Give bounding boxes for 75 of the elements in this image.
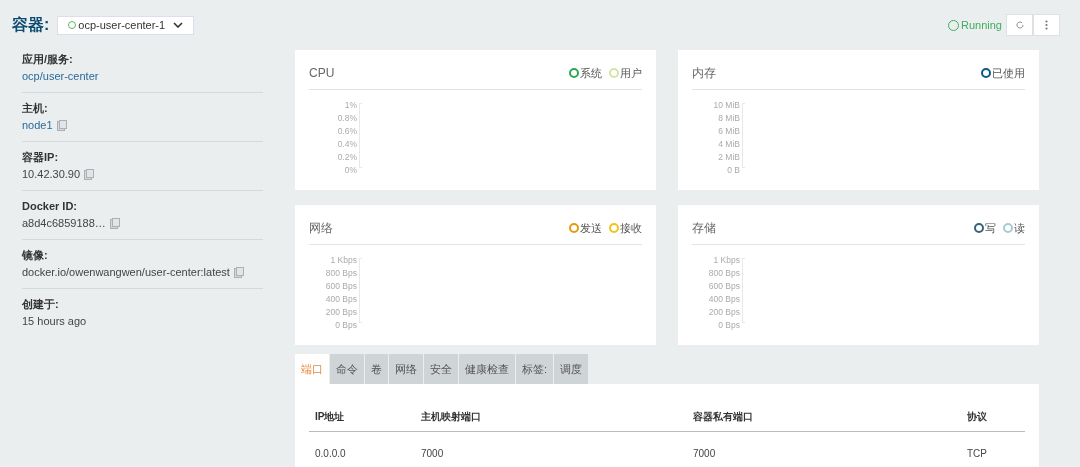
axis-tick-label: 0% bbox=[344, 164, 357, 177]
chart-title: CPU bbox=[309, 65, 336, 82]
table-cell: 7000 bbox=[693, 448, 716, 459]
tab[interactable]: 标签: bbox=[516, 354, 554, 384]
axis-tick-label: 0 Bps bbox=[335, 319, 357, 332]
axis-tick-label: 0.8% bbox=[337, 112, 357, 125]
detail-link[interactable]: ocp/user-center bbox=[22, 70, 99, 82]
axis-tick-label: 0.6% bbox=[337, 125, 357, 138]
chevron-down-icon bbox=[173, 22, 184, 28]
axis-tick-label: 1 Kbps bbox=[713, 254, 740, 267]
axis-tick-label: 1% bbox=[344, 99, 357, 112]
chart-title: 存储 bbox=[692, 220, 717, 237]
axis-tick-label: 0.2% bbox=[337, 151, 357, 164]
tab[interactable]: 调度 bbox=[554, 354, 589, 384]
detail-value: a8d4c6859188… bbox=[22, 217, 106, 229]
refresh-icon bbox=[1014, 20, 1025, 30]
axis-tick-label: 400 Bps bbox=[708, 293, 740, 306]
column-header: 容器私有端口 bbox=[693, 411, 753, 422]
chart-title: 网络 bbox=[309, 220, 334, 237]
more-button[interactable] bbox=[1033, 14, 1060, 36]
axis-tick-label: 600 Bps bbox=[325, 280, 357, 293]
axis-tick-label: 200 Bps bbox=[325, 306, 357, 319]
axis-tick-label: 1 Kbps bbox=[330, 254, 357, 267]
legend-label: 已使用 bbox=[992, 65, 1025, 81]
legend-label: 写 bbox=[985, 220, 996, 236]
axis-tick-label: 8 MiB bbox=[718, 112, 740, 125]
axis-tick-label: 200 Bps bbox=[708, 306, 740, 319]
restart-button[interactable] bbox=[1006, 14, 1033, 36]
detail-label: 主机: bbox=[22, 101, 49, 116]
legend-label: 系统 bbox=[580, 65, 602, 81]
axis-tick-label: 800 Bps bbox=[325, 267, 357, 280]
legend-label: 接收 bbox=[620, 220, 642, 236]
legend-label: 用户 bbox=[620, 65, 642, 81]
axis-tick-label: 0 B bbox=[727, 164, 740, 177]
more-vertical-icon bbox=[1045, 20, 1048, 30]
tab[interactable]: 端口 bbox=[295, 354, 329, 384]
detail-label: 容器IP: bbox=[22, 150, 60, 165]
axis-tick-label: 0 Bps bbox=[718, 319, 740, 332]
axis-tick-label: 400 Bps bbox=[325, 293, 357, 306]
legend-label: 发送 bbox=[580, 220, 602, 236]
detail-value: 10.42.30.90 bbox=[22, 168, 81, 180]
axis-tick-label: 800 Bps bbox=[708, 267, 740, 280]
copy-icon[interactable] bbox=[84, 169, 95, 180]
chart-title: 内存 bbox=[692, 65, 717, 82]
legend-label: 读 bbox=[1014, 220, 1025, 236]
page-title: 容器: bbox=[12, 15, 50, 35]
running-status: Running bbox=[948, 16, 1002, 34]
detail-value: 15 hours ago bbox=[22, 315, 87, 327]
copy-icon[interactable] bbox=[56, 120, 67, 131]
tab[interactable]: 安全 bbox=[424, 354, 458, 384]
axis-tick-label: 0.4% bbox=[337, 138, 357, 151]
tab[interactable]: 网络 bbox=[389, 354, 423, 384]
copy-icon[interactable] bbox=[233, 267, 244, 278]
axis-tick-label: 10 MiB bbox=[713, 99, 740, 112]
column-header: 主机映射端口 bbox=[421, 411, 481, 422]
table-cell: 0.0.0.0 bbox=[315, 448, 346, 459]
tab[interactable]: 健康检查 bbox=[459, 354, 515, 384]
table-cell: TCP bbox=[967, 448, 987, 459]
detail-label: 镜像: bbox=[22, 248, 49, 263]
table-cell: 7000 bbox=[421, 448, 444, 459]
container-dropdown[interactable]: ocp-user-center-1 bbox=[57, 15, 195, 35]
detail-label: 应用/服务: bbox=[22, 52, 74, 67]
tab[interactable]: 卷 bbox=[365, 354, 388, 384]
axis-tick-label: 6 MiB bbox=[718, 125, 740, 138]
detail-link[interactable]: node1 bbox=[22, 119, 53, 131]
detail-label: 创建于: bbox=[22, 297, 60, 312]
column-header: 协议 bbox=[967, 411, 987, 422]
axis-tick-label: 4 MiB bbox=[718, 138, 740, 151]
detail-label: Docker ID: bbox=[22, 199, 79, 214]
axis-tick-label: 600 Bps bbox=[708, 280, 740, 293]
column-header: IP地址 bbox=[315, 411, 345, 422]
detail-value: docker.io/owenwangwen/user-center:latest bbox=[22, 266, 230, 278]
axis-tick-label: 2 MiB bbox=[718, 151, 740, 164]
tab[interactable]: 命令 bbox=[330, 354, 364, 384]
copy-icon[interactable] bbox=[109, 218, 120, 229]
